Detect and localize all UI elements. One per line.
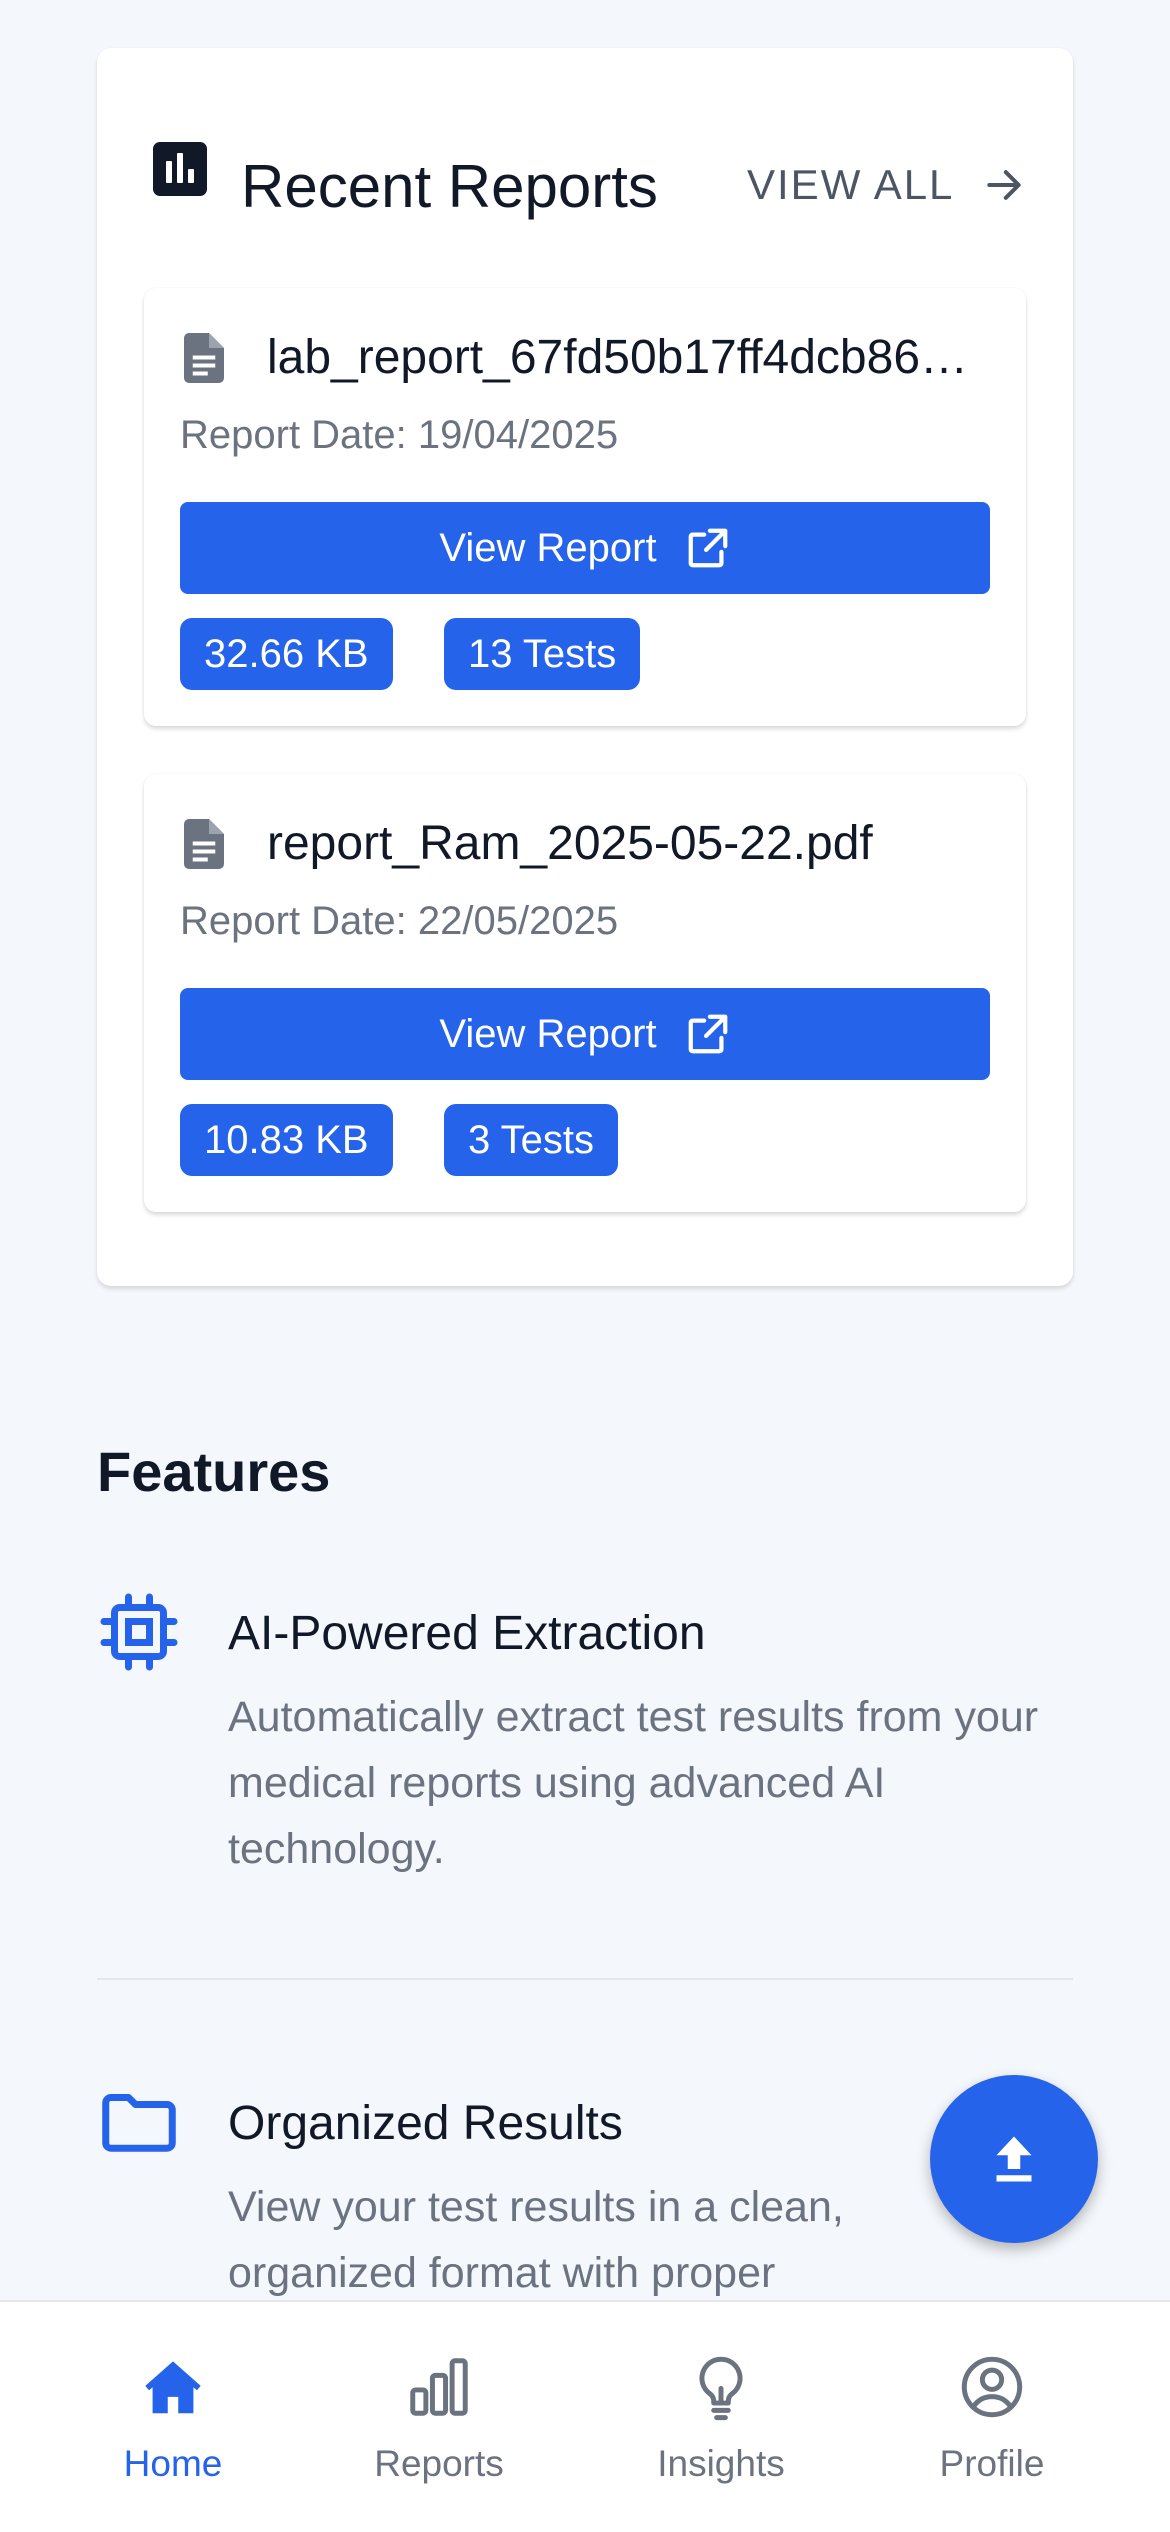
view-report-button[interactable]: View Report (180, 988, 990, 1080)
home-screen: Recent Reports VIEW ALL lab_report_67fd5… (0, 0, 1170, 2532)
view-report-label: View Report (439, 525, 657, 570)
divider (97, 1978, 1073, 1980)
bar-chart-icon (410, 2358, 468, 2416)
chip-icon (100, 1593, 178, 1671)
test-count-badge: 13 Tests (444, 618, 641, 690)
nav-label: Home (123, 2443, 223, 2484)
feature-item: Organized Results View your test results… (97, 2080, 1073, 2300)
user-circle-icon (961, 2356, 1023, 2418)
report-file-name: lab_report_67fd50b17ff4dcb86… (267, 331, 969, 384)
nav-label: Reports (374, 2443, 504, 2484)
report-item: lab_report_67fd50b17ff4dcb86… Report Dat… (144, 288, 1026, 726)
bottom-navigation: Home Reports Insights Profile (0, 2300, 1170, 2532)
file-icon (184, 819, 224, 869)
chart-icon (153, 142, 207, 196)
nav-item-home[interactable]: Home (53, 2302, 293, 2502)
report-file-name: report_Ram_2025-05-22.pdf (267, 817, 873, 870)
feature-description: Automatically extract test results from … (228, 1693, 1039, 1873)
upload-icon (996, 2136, 1032, 2182)
feature-title: AI-Powered Extraction (228, 1607, 706, 1660)
external-link-icon (688, 528, 727, 568)
nav-item-insights[interactable]: Insights (601, 2302, 841, 2502)
feature-title: Organized Results (228, 2097, 623, 2150)
test-count-badge: 3 Tests (444, 1104, 618, 1176)
view-all-link[interactable]: VIEW ALL (747, 150, 1047, 220)
feature-description: View your test results in a clean, organ… (228, 2183, 844, 2297)
external-link-icon (688, 1014, 727, 1054)
folder-icon (102, 2094, 176, 2152)
nav-label: Profile (939, 2443, 1045, 2484)
file-icon (184, 333, 224, 383)
file-size-badge: 10.83 KB (180, 1104, 393, 1176)
features-heading: Features (97, 1440, 331, 1503)
recent-reports-card: Recent Reports VIEW ALL lab_report_67fd5… (97, 48, 1073, 1286)
nav-item-profile[interactable]: Profile (872, 2302, 1112, 2502)
recent-reports-header: Recent Reports VIEW ALL (97, 48, 1073, 238)
recent-reports-title: Recent Reports (241, 153, 658, 220)
view-report-label: View Report (439, 1011, 657, 1056)
upload-fab-button[interactable] (930, 2075, 1098, 2243)
report-date: Report Date: 22/05/2025 (180, 899, 619, 943)
file-size-badge: 32.66 KB (180, 618, 393, 690)
nav-label: Insights (657, 2443, 785, 2484)
view-all-label: VIEW ALL (747, 161, 955, 208)
home-icon (145, 2361, 201, 2414)
view-report-button[interactable]: View Report (180, 502, 990, 594)
lightbulb-icon (699, 2356, 743, 2421)
nav-item-reports[interactable]: Reports (319, 2302, 559, 2502)
report-item: report_Ram_2025-05-22.pdf Report Date: 2… (144, 774, 1026, 1212)
arrow-right-icon (987, 170, 1022, 200)
report-date: Report Date: 19/04/2025 (180, 413, 619, 457)
feature-item: AI-Powered Extraction Automatically extr… (97, 1590, 1073, 1890)
